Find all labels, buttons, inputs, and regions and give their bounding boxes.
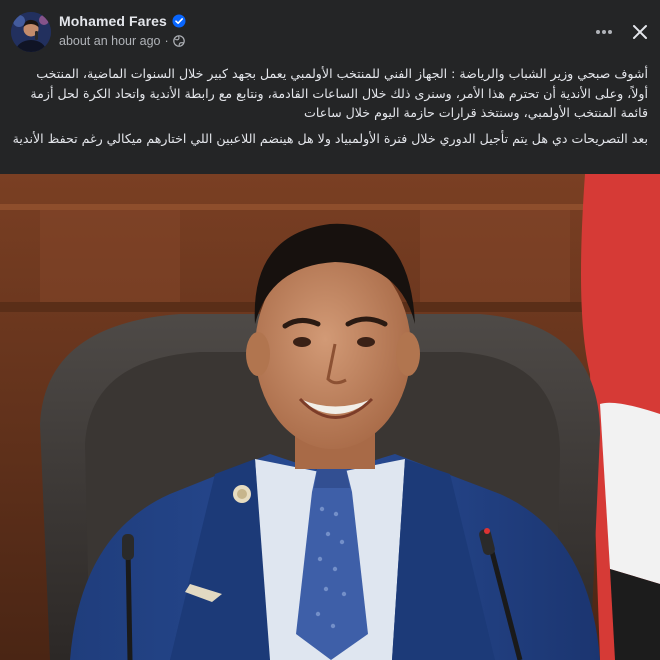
- close-button[interactable]: [624, 16, 656, 48]
- author-row: Mohamed Fares: [59, 13, 186, 29]
- post-paragraph: أشوف صبحي وزير الشباب والرياضة : الجهاز …: [30, 66, 648, 120]
- more-options-button[interactable]: [586, 16, 622, 48]
- post-card: Mohamed Fares about an hour ago · أشوف ص…: [0, 0, 660, 660]
- meta-separator: ·: [164, 34, 169, 48]
- more-options-icon: [596, 30, 612, 34]
- post-timestamp[interactable]: about an hour ago: [59, 34, 160, 48]
- verified-badge-icon: [172, 14, 186, 28]
- post-paragraph: بعد التصريحات دي هل يتم تأجيل الدوري خلا…: [12, 130, 648, 146]
- author-avatar[interactable]: [11, 12, 51, 52]
- post-photo[interactable]: [0, 174, 660, 660]
- close-icon: [633, 25, 647, 39]
- post-text: أشوف صبحي وزير الشباب والرياضة : الجهاز …: [12, 64, 648, 154]
- post-meta: about an hour ago ·: [59, 34, 185, 48]
- globe-icon[interactable]: [172, 35, 185, 47]
- author-name[interactable]: Mohamed Fares: [59, 13, 167, 29]
- post-header: Mohamed Fares about an hour ago ·: [0, 0, 660, 62]
